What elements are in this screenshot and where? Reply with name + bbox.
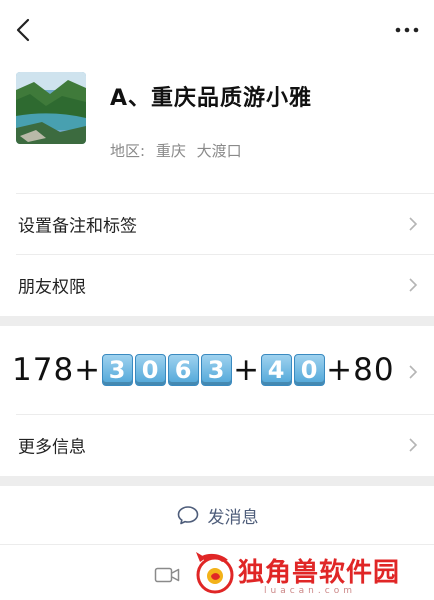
send-message-button[interactable]: 发消息 [0,486,434,544]
top-bar [0,0,434,60]
more-info-row[interactable]: 更多信息 [0,415,434,475]
more-button[interactable] [394,20,420,40]
phone-prefix: 178+ [12,352,102,388]
region-area: 大渡口 [196,142,242,160]
back-icon [16,18,30,42]
video-call-icon[interactable] [154,566,180,584]
chevron-right-icon [409,365,418,379]
chat-bubble-icon [177,506,198,525]
phone-digit-keycap: 3 [201,354,233,386]
back-button[interactable] [10,14,38,46]
phone-digit-keycap: 4 [261,354,293,386]
avatar-landscape-image [16,72,86,144]
chevron-right-icon [409,278,418,292]
phone-digit-keycap: 3 [102,354,134,386]
friend-permission-row[interactable]: 朋友权限 [0,255,434,315]
avatar[interactable] [16,72,86,144]
profile-header: A、重庆品质游小雅 地区: 重庆 大渡口 [0,60,434,190]
region-city: 重庆 [155,142,186,160]
profile-name: A、重庆品质游小雅 [110,86,313,111]
site-watermark: 独角兽软件园 luacan.com [192,546,428,600]
unicorn-logo-icon [196,552,234,594]
section-gap [0,476,434,486]
phone-digit-keycap: 6 [168,354,200,386]
more-info-label: 更多信息 [18,437,86,458]
more-icon [395,27,419,33]
chevron-right-icon [409,217,418,231]
watermark-subtitle: luacan.com [264,586,356,596]
friend-permission-label: 朋友权限 [18,277,86,298]
set-remark-row[interactable]: 设置备注和标签 [0,194,434,254]
region-label: 地区: [110,142,146,160]
set-remark-label: 设置备注和标签 [18,216,137,237]
region-info: 地区: 重庆 大渡口 [110,140,248,161]
send-message-label: 发消息 [207,507,259,528]
watermark-title: 独角兽软件园 [238,558,401,588]
phone-plus: + [233,352,261,388]
chevron-right-icon [409,438,418,452]
phone-digit-keycap: 0 [135,354,167,386]
phone-number: 178+ 3 0 6 3 + 4 0 +80 [12,352,395,388]
phone-number-row[interactable]: 178+ 3 0 6 3 + 4 0 +80 [0,322,434,414]
phone-digit-keycap: 0 [294,354,326,386]
phone-suffix: +80 [326,352,395,388]
